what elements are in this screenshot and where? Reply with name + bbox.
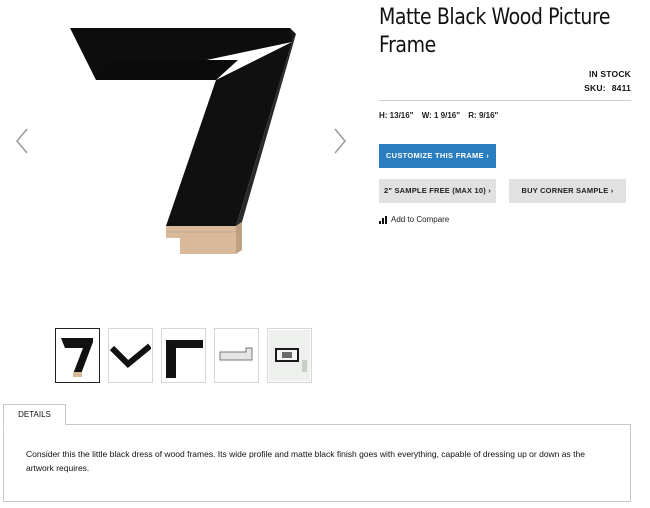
main-product-image (60, 22, 300, 262)
divider (379, 100, 631, 101)
add-to-compare-label: Add to Compare (391, 215, 450, 224)
stock-status: IN STOCK (588, 69, 631, 79)
thumbnail-framed-art-room[interactable] (267, 328, 312, 383)
buy-corner-sample-button[interactable]: BUY CORNER SAMPLE › (509, 179, 626, 203)
chevron-left-icon[interactable] (12, 126, 32, 156)
dimension-width: W: 1 9/16" (421, 111, 461, 120)
thumbnail-frame-corner-front[interactable] (55, 328, 100, 383)
tab-details[interactable]: DETAILS (3, 404, 66, 425)
customize-frame-button[interactable]: CUSTOMIZE THIS FRAME › (379, 144, 496, 168)
sku-value: 8411 (611, 83, 631, 93)
dimension-height: H: 13/16" (379, 111, 414, 120)
product-gallery (0, 0, 360, 383)
free-sample-button[interactable]: 2" SAMPLE FREE (MAX 10) › (379, 179, 496, 203)
thumbnail-frame-corner-flat[interactable] (161, 328, 206, 383)
tab-bar: DETAILS (3, 404, 66, 425)
bar-chart-icon (379, 215, 388, 224)
thumbnail-frame-profile[interactable] (214, 328, 259, 383)
sku: SKU: 8411 (379, 83, 631, 93)
dimensions: H: 13/16" W: 1 9/16" R: 9/16" (379, 111, 631, 120)
thumbnail-strip (55, 328, 312, 383)
dimension-rabbet: R: 9/16" (468, 111, 499, 120)
chevron-right-icon[interactable] (330, 126, 350, 156)
sku-label: SKU: (584, 83, 606, 93)
product-info: Matte Black Wood Picture Frame IN STOCK … (379, 0, 631, 224)
sample-buttons: 2" SAMPLE FREE (MAX 10) › BUY CORNER SAM… (379, 179, 631, 203)
product-title: Matte Black Wood Picture Frame (379, 5, 611, 58)
add-to-compare-link[interactable]: Add to Compare (379, 215, 631, 224)
details-panel: Consider this the little black dress of … (3, 424, 631, 502)
thumbnail-frame-chevron[interactable] (108, 328, 153, 383)
details-text: Consider this the little black dress of … (26, 449, 585, 473)
